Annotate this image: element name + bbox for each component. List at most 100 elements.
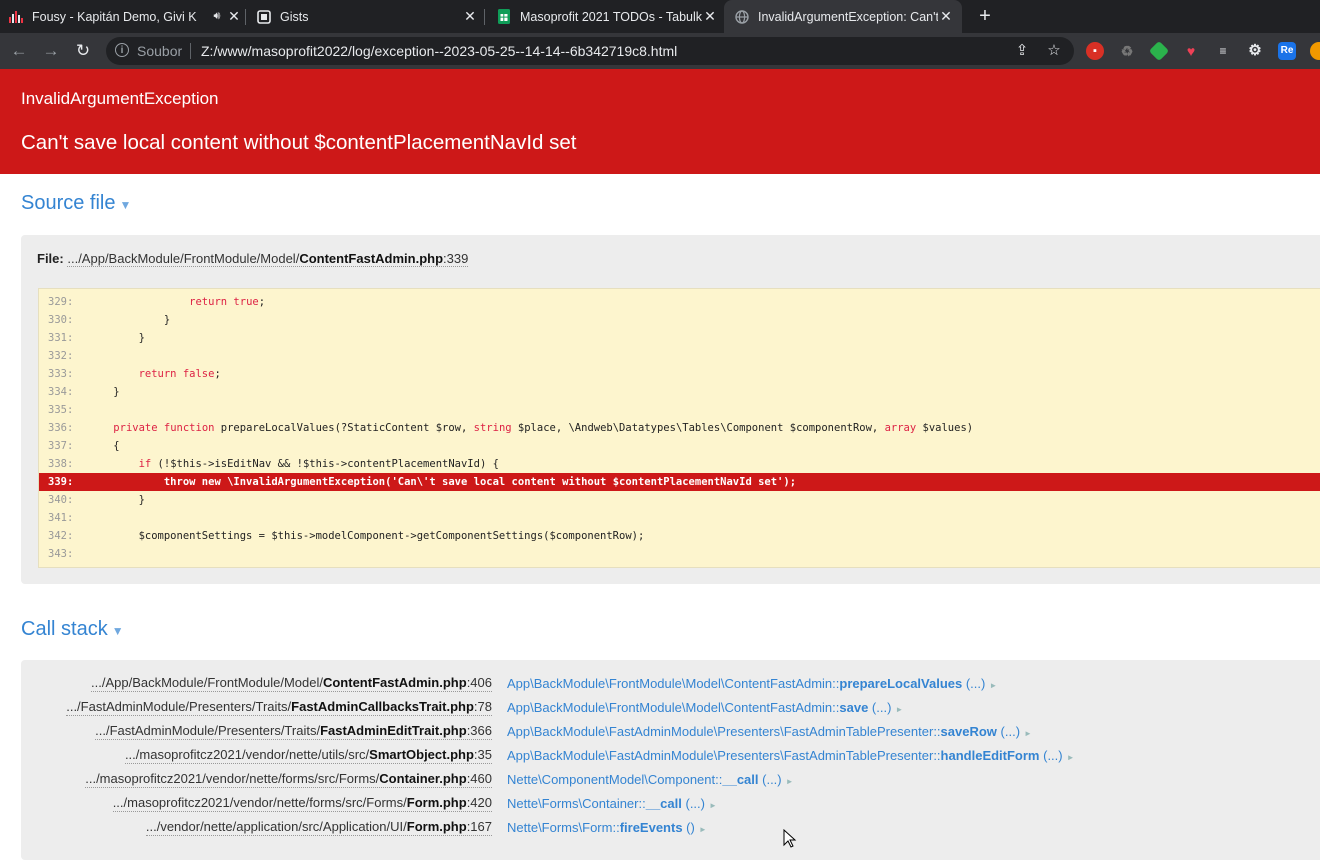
- line-number: 342:: [48, 530, 74, 542]
- stack-line-number: :406: [466, 675, 492, 690]
- code-line: 334: }: [39, 383, 1320, 401]
- recycle-extension-icon[interactable]: ♻: [1118, 42, 1136, 60]
- pocket-extension-icon[interactable]: ♥: [1182, 42, 1200, 60]
- back-icon[interactable]: ←: [8, 40, 30, 62]
- exception-header: InvalidArgumentException Can't save loca…: [0, 69, 1320, 174]
- stack-extension-icon[interactable]: ≡: [1214, 42, 1232, 60]
- gist-icon: [256, 9, 272, 25]
- line-number: 338:: [48, 458, 74, 470]
- stack-frame-row: .../vendor/nette/application/src/Applica…: [21, 818, 1320, 838]
- stack-file-link[interactable]: .../masoprofitcz2021/vendor/nette/forms/…: [112, 794, 492, 812]
- source-label: Soubor: [137, 43, 183, 59]
- address-bar[interactable]: i Soubor Z:/www/masoprofit2022/log/excep…: [106, 37, 1074, 65]
- stack-file-name: FastAdminCallbacksTrait.php: [291, 699, 474, 714]
- stack-method: __call: [645, 796, 682, 811]
- reload-icon[interactable]: ↻: [72, 40, 94, 62]
- stack-call-toggle[interactable]: App\BackModule\FrontModule\Model\Content…: [507, 674, 997, 696]
- close-tab-icon[interactable]: ✕: [938, 8, 954, 25]
- browser-toolbar: ← → ↻ i Soubor Z:/www/masoprofit2022/log…: [0, 33, 1320, 69]
- file-name: ContentFastAdmin.php: [299, 251, 444, 266]
- stack-class: App\BackModule\FrontModule\Model\Content…: [507, 676, 840, 691]
- stack-method: save: [839, 700, 869, 715]
- close-tab-icon[interactable]: ✕: [702, 8, 718, 25]
- tab-music[interactable]: Fousy - Kapitán Demo, Givi K 🔊︎ ✕: [8, 0, 242, 33]
- line-number: 339:: [48, 476, 74, 488]
- stack-file-path: .../FastAdminModule/Presenters/Traits/: [95, 723, 321, 738]
- stack-file-link[interactable]: .../App/BackModule/FrontModule/Model/Con…: [91, 674, 492, 692]
- triangle-right-icon: ►: [708, 801, 717, 810]
- re-extension-icon[interactable]: Re: [1278, 42, 1296, 60]
- tab-gists[interactable]: Gists ✕: [256, 0, 478, 33]
- triangle-right-icon: ►: [895, 705, 904, 714]
- stack-call-toggle[interactable]: Nette\Forms\Container::__call (...) ►: [507, 794, 717, 816]
- source-code-block: 329: return true; 330: } 331: } 332: 333: re…: [38, 288, 1320, 568]
- file-info: File: .../App/BackModule/FrontModule/Mod…: [37, 251, 469, 267]
- code-text: }: [88, 314, 171, 326]
- gear-extension-icon[interactable]: ⚙: [1246, 42, 1264, 60]
- stack-class: Nette\ComponentModel\Component::: [507, 772, 723, 787]
- stack-file-name: SmartObject.php: [369, 747, 474, 762]
- new-tab-icon[interactable]: +: [974, 5, 996, 27]
- triangle-down-icon: ▼: [111, 624, 124, 638]
- line-number: 341:: [48, 512, 74, 524]
- stack-frame-row: .../masoprofitcz2021/vendor/nette/forms/…: [21, 794, 1320, 814]
- line-number: 333:: [48, 368, 74, 380]
- trash-extension-icon[interactable]: ▪: [1086, 42, 1104, 60]
- code-line: 338: if (!$this->isEditNav && !$this->co…: [39, 455, 1320, 473]
- code-line: 329: return true;: [39, 293, 1320, 311]
- stack-file-link[interactable]: .../masoprofitcz2021/vendor/nette/utils/…: [124, 746, 492, 764]
- feedly-extension-icon[interactable]: [1148, 40, 1170, 62]
- stack-file-link[interactable]: .../FastAdminModule/Presenters/Traits/Fa…: [95, 722, 492, 740]
- url-text[interactable]: Z:/www/masoprofit2022/log/exception--202…: [201, 43, 677, 59]
- orange-extension-icon[interactable]: [1310, 42, 1320, 60]
- speaker-icon[interactable]: 🔊︎: [208, 10, 226, 23]
- stack-args: (...): [962, 676, 986, 691]
- triangle-right-icon: ►: [698, 825, 707, 834]
- file-path-link[interactable]: .../App/BackModule/FrontModule/Model/Con…: [67, 251, 469, 267]
- exception-message: Can't save local content without $conten…: [21, 131, 577, 154]
- stack-frame-row: .../App/BackModule/FrontModule/Model/Con…: [21, 674, 1320, 694]
- stack-line-number: :366: [466, 723, 492, 738]
- share-icon[interactable]: ⇪: [1012, 41, 1032, 61]
- close-tab-icon[interactable]: ✕: [226, 8, 242, 25]
- stack-call-toggle[interactable]: App\BackModule\FrontModule\Model\Content…: [507, 698, 903, 720]
- tab-exception[interactable]: InvalidArgumentException: Can't ✕: [724, 0, 962, 33]
- code-text: }: [88, 332, 145, 344]
- call-stack-toggle[interactable]: Call stack ▼: [21, 618, 124, 641]
- file-line-number: :339: [443, 251, 469, 266]
- code-line: 342: $componentSettings = $this->modelCo…: [39, 527, 1320, 545]
- stack-frame-row: .../FastAdminModule/Presenters/Traits/Fa…: [21, 722, 1320, 742]
- stack-file-link[interactable]: .../vendor/nette/application/src/Applica…: [145, 818, 492, 836]
- stack-line-number: :35: [473, 747, 492, 762]
- stack-call-toggle[interactable]: Nette\ComponentModel\Component::__call (…: [507, 770, 794, 792]
- stack-call-toggle[interactable]: App\BackModule\FastAdminModule\Presenter…: [507, 722, 1032, 744]
- file-path-prefix: .../App/BackModule/FrontModule/Model/: [67, 251, 300, 266]
- code-line: 333: return false;: [39, 365, 1320, 383]
- bookmark-star-icon[interactable]: ☆: [1044, 41, 1064, 61]
- stack-file-link[interactable]: .../FastAdminModule/Presenters/Traits/Fa…: [66, 698, 492, 716]
- stack-line-number: :420: [466, 795, 492, 810]
- stack-line-number: :167: [466, 819, 492, 834]
- tab-title: InvalidArgumentException: Can't: [758, 9, 938, 24]
- stack-call-toggle[interactable]: Nette\Forms\Form::fireEvents () ►: [507, 818, 707, 840]
- line-number: 331:: [48, 332, 74, 344]
- forward-icon[interactable]: →: [40, 40, 62, 62]
- triangle-right-icon: ►: [1024, 729, 1032, 738]
- code-line: 336: private function prepareLocalValues…: [39, 419, 1320, 437]
- triangle-right-icon: ►: [785, 777, 794, 786]
- sheets-icon: [496, 9, 512, 25]
- stack-method: saveRow: [940, 724, 997, 739]
- stack-args: (...): [758, 772, 782, 787]
- stack-args: (...): [996, 724, 1021, 739]
- stack-frame-row: .../masoprofitcz2021/vendor/nette/forms/…: [21, 770, 1320, 790]
- stack-class: App\BackModule\FastAdminModule\Presenter…: [507, 748, 941, 763]
- stack-frame-row: .../FastAdminModule/Presenters/Traits/Fa…: [21, 698, 1320, 718]
- tab-sheets[interactable]: Masoprofit 2021 TODOs - Tabulk ✕: [496, 0, 718, 33]
- stack-call-toggle[interactable]: App\BackModule\FastAdminModule\Presenter…: [507, 746, 1075, 768]
- code-text: }: [88, 494, 145, 506]
- source-file-toggle[interactable]: Source file ▼: [21, 192, 131, 215]
- info-icon[interactable]: i: [115, 43, 129, 57]
- stack-class: App\BackModule\FastAdminModule\Presenter…: [507, 724, 941, 739]
- stack-file-link[interactable]: .../masoprofitcz2021/vendor/nette/forms/…: [85, 770, 492, 788]
- close-tab-icon[interactable]: ✕: [462, 8, 478, 25]
